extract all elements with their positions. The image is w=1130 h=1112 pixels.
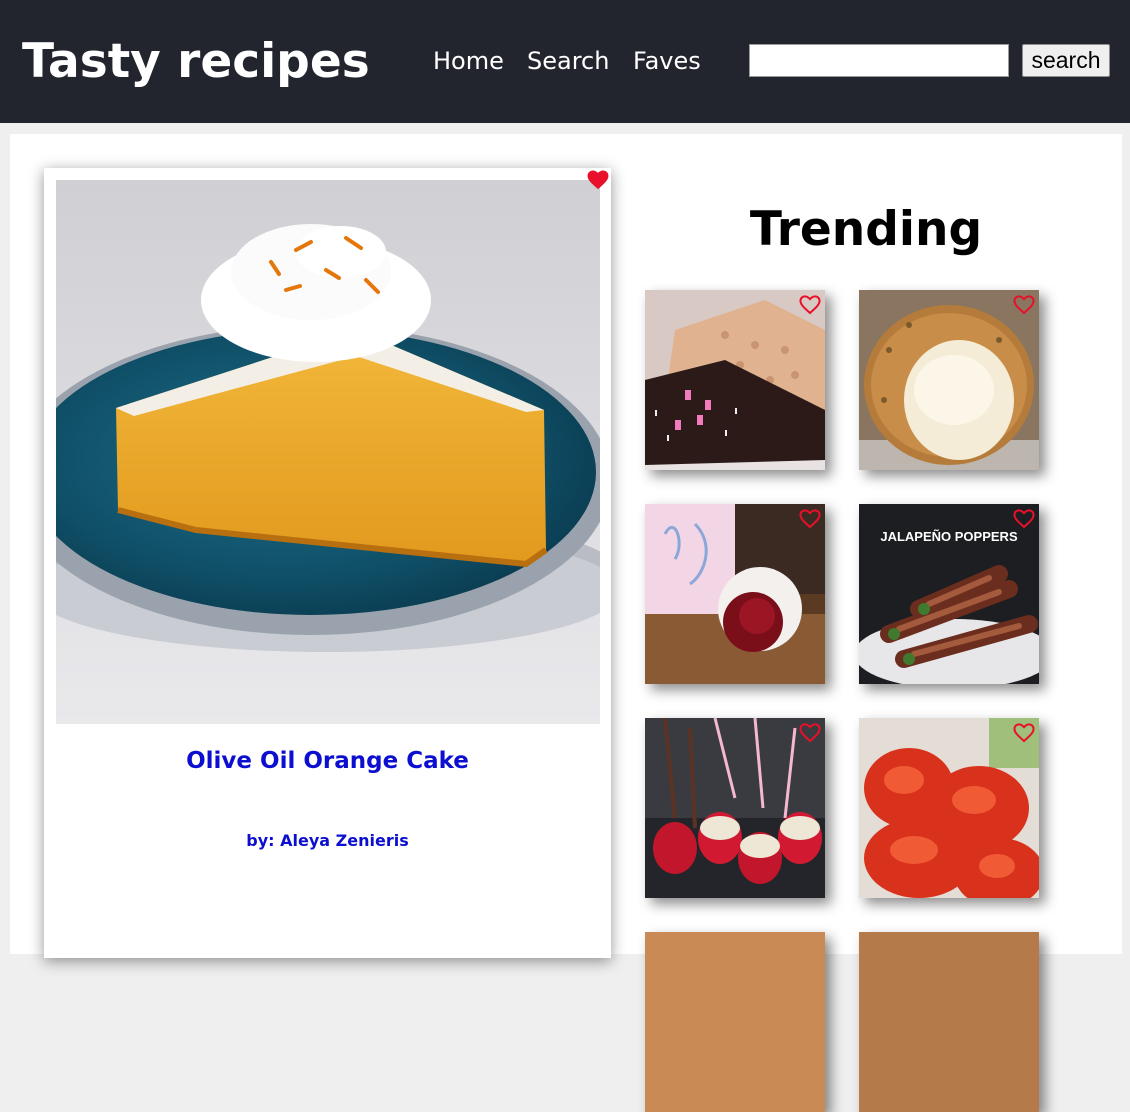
trending-item-partial[interactable] (645, 932, 825, 1112)
trending-item-partial[interactable] (859, 932, 1039, 1112)
favorite-heart-outline-icon[interactable] (799, 509, 821, 529)
jalapeno-poppers-overlay-text: JALAPEÑO POPPERS (880, 529, 1018, 544)
featured-recipe-author: by: Aleya Zenieris (246, 831, 409, 850)
featured-recipe-title-link[interactable]: Olive Oil Orange Cake (44, 746, 611, 776)
nav-faves-link[interactable]: Faves (633, 44, 701, 78)
site-title[interactable]: Tasty recipes (22, 32, 370, 92)
trending-item-4[interactable]: JALAPEÑO POPPERS (859, 504, 1039, 684)
search-input[interactable] (749, 44, 1009, 77)
featured-recipe-card[interactable]: Olive Oil Orange Cake by: Aleya Zenieris (44, 168, 611, 958)
trending-item-1[interactable] (645, 290, 825, 470)
nav-search-link[interactable]: Search (527, 44, 609, 78)
trending-item-2[interactable] (859, 290, 1039, 470)
top-navbar: Tasty recipes Home Search Faves search (0, 0, 1130, 123)
nav-home-link[interactable]: Home (433, 44, 504, 78)
trending-item-6[interactable] (859, 718, 1039, 898)
favorite-heart-outline-icon[interactable] (1013, 723, 1035, 743)
favorite-heart-outline-icon[interactable] (799, 295, 821, 315)
favorite-heart-outline-icon[interactable] (799, 723, 821, 743)
trending-item-3[interactable] (645, 504, 825, 684)
trending-heading: Trending (749, 202, 983, 257)
orange-cake-photo[interactable] (56, 180, 600, 724)
search-button[interactable]: search (1022, 44, 1110, 77)
favorite-heart-outline-icon[interactable] (1013, 509, 1035, 529)
main-content: Olive Oil Orange Cake by: Aleya Zenieris… (10, 134, 1122, 1112)
trending-item-5[interactable] (645, 718, 825, 898)
feature-favorite-heart-icon[interactable] (587, 170, 609, 190)
favorite-heart-outline-icon[interactable] (1013, 295, 1035, 315)
